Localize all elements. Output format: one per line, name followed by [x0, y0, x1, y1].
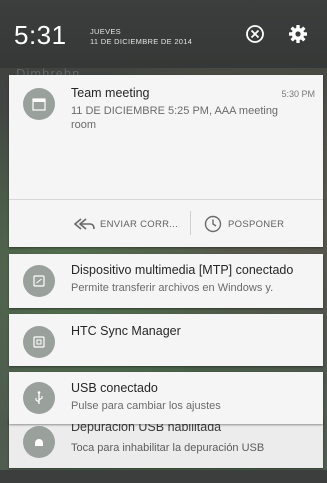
notification-subtitle: Pulse para cambiar los ajustes: [71, 400, 221, 412]
notification-usb-debug[interactable]: Depuración USB habilitada Toca para inha…: [9, 418, 323, 468]
usb-icon: [23, 382, 55, 414]
status-header: 5:31 JUEVES 11 DE DICIEMBRE DE 2014: [0, 0, 327, 68]
clock-icon: [204, 215, 222, 233]
snooze-button[interactable]: POSPONER: [204, 215, 284, 233]
notification-shade: Dimhrebn 5:31 JUEVES 11 DE DICIEMBRE DE …: [0, 0, 327, 483]
notification-mtp[interactable]: Dispositivo multimedia [MTP] conectado P…: [9, 254, 323, 308]
reply-all-icon: [73, 218, 95, 230]
notification-subtitle: Permite transferir archivos en Windows y…: [71, 282, 274, 294]
notification-time: 5:30 PM: [281, 89, 315, 99]
notification-title: HTC Sync Manager: [71, 324, 181, 338]
date-label: 11 DE DICIEMBRE DE 2014: [90, 37, 193, 46]
notification-htc-sync[interactable]: HTC Sync Manager: [9, 314, 323, 366]
notification-line-2: room: [71, 119, 97, 131]
notification-subtitle: Toca para inhabilitar la depuración USB: [71, 442, 265, 454]
notification-title: Dispositivo multimedia [MTP] conectado: [71, 263, 294, 277]
shade-bottom-handle[interactable]: [0, 470, 327, 483]
send-email-button[interactable]: ENVIAR CORR...: [73, 217, 178, 231]
sync-manager-icon: [23, 326, 55, 358]
usb-storage-icon: [23, 265, 55, 297]
close-circle-icon[interactable]: [243, 22, 267, 46]
actions-divider: [9, 199, 323, 200]
notification-title: USB conectado: [71, 381, 158, 395]
snooze-label: POSPONER: [228, 218, 285, 230]
send-email-label: ENVIAR CORR...: [100, 218, 179, 230]
weekday-label: JUEVES: [90, 27, 121, 36]
notification-usb-connected[interactable]: USB conectado Pulse para cambiar los aju…: [9, 372, 323, 424]
notification-title: Team meeting: [71, 86, 150, 100]
notification-team-meeting[interactable]: Team meeting 5:30 PM 11 DE DICIEMBRE 5:2…: [9, 75, 323, 247]
android-debug-icon: [23, 426, 55, 458]
date-block: JUEVES 11 DE DICIEMBRE DE 2014: [90, 27, 192, 47]
clock-time: 5:31: [14, 20, 67, 50]
notification-line-1: 11 DE DICIEMBRE 5:25 PM, AAA meeting: [71, 105, 279, 117]
action-separator: [190, 211, 191, 235]
gear-icon[interactable]: [286, 22, 310, 46]
calendar-icon: [23, 88, 55, 120]
